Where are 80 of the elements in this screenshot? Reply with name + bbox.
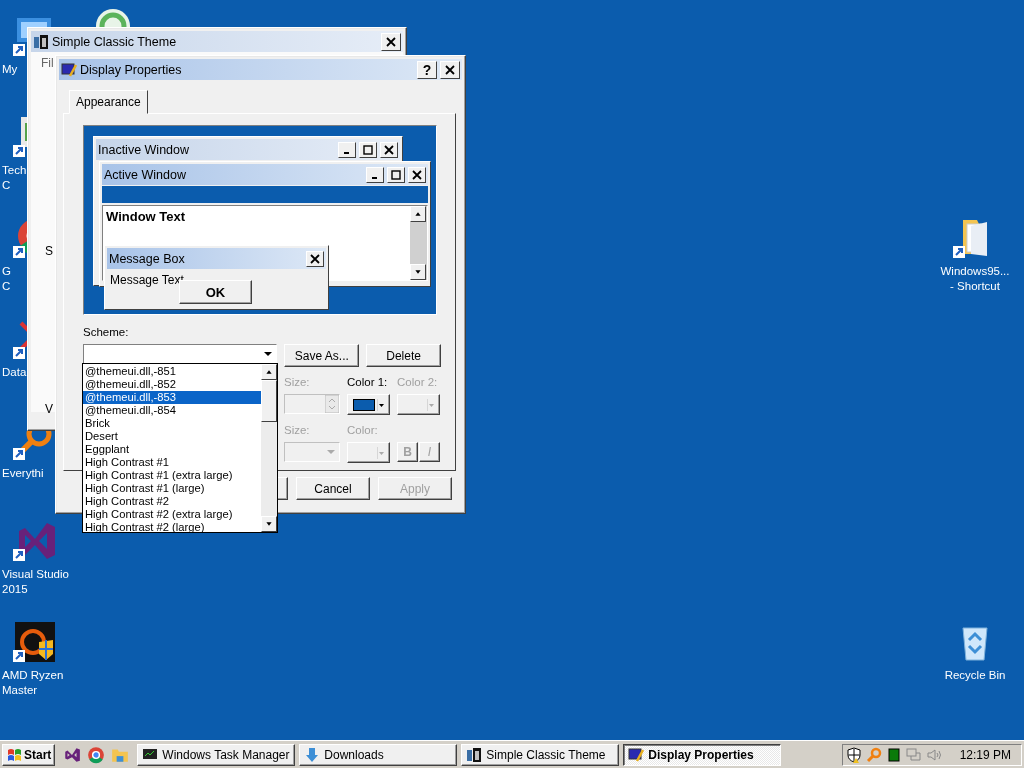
window-title: Simple Classic Theme — [52, 34, 178, 49]
help-button[interactable]: ? — [417, 60, 437, 79]
window-title: Active Window — [104, 167, 187, 182]
close-button[interactable] — [440, 60, 460, 79]
color-picker-button[interactable] — [397, 394, 440, 415]
close-icon — [445, 64, 455, 75]
theme-icon — [33, 33, 49, 50]
display-icon — [628, 746, 645, 763]
icon-label: Recycle Bin — [944, 668, 1006, 683]
label-text: V — [45, 402, 53, 416]
list-item[interactable]: @themeui.dll,-853 — [83, 391, 261, 404]
close-icon — [408, 166, 426, 183]
meter-icon[interactable] — [885, 746, 902, 763]
maximize-icon — [359, 141, 377, 158]
tab[interactable]: Appearance — [69, 90, 148, 114]
scheme-button[interactable]: Delete — [366, 344, 441, 367]
list-item[interactable]: Desert — [83, 430, 261, 443]
window-title: Message Box — [109, 251, 186, 266]
minimize-icon — [338, 141, 356, 158]
scroll-thumb[interactable] — [261, 380, 277, 422]
list-item[interactable]: High Contrast #1 (extra large) — [83, 469, 261, 482]
minimize-icon — [366, 166, 384, 183]
icon-label: G C — [1, 264, 11, 294]
ribbon-logo-icon[interactable] — [63, 745, 82, 764]
shield-icon[interactable] — [845, 746, 862, 763]
taskbar-button[interactable]: Windows Task Manager — [137, 743, 296, 766]
list-item[interactable]: High Contrast #1 — [83, 456, 261, 469]
taskbar-button[interactable]: Display Properties — [623, 743, 782, 766]
taskbar-button[interactable]: Simple Classic Theme — [461, 743, 620, 766]
taskbar-button[interactable]: Downloads — [299, 743, 458, 766]
list-item[interactable]: Eggplant — [83, 443, 261, 456]
list-item[interactable]: High Contrast #2 (large) — [83, 521, 261, 534]
browser-icon[interactable] — [87, 745, 106, 764]
icon-label: Visual Studio 2015 — [1, 567, 69, 597]
close-icon — [386, 36, 396, 47]
icon-label: AMD Ryzen Master — [1, 668, 64, 698]
list-item[interactable]: Brick — [83, 417, 261, 430]
scrollbar[interactable] — [261, 364, 277, 532]
title-bar[interactable]: Display Properties ? — [59, 59, 462, 80]
window-text: Window Text — [105, 208, 187, 226]
display-icon — [61, 61, 77, 78]
close-icon — [380, 141, 398, 158]
field-label: Size: — [284, 424, 311, 438]
flag-logo-icon — [6, 746, 22, 763]
list-item[interactable]: @themeui.dll,-854 — [83, 404, 261, 417]
list-item[interactable]: @themeui.dll,-852 — [83, 378, 261, 391]
list-item[interactable]: High Contrast #1 (large) — [83, 482, 261, 495]
maximize-icon — [387, 166, 405, 183]
dropdown-arrow-icon — [426, 396, 435, 413]
icon-label: Tech C — [1, 163, 27, 193]
field-label: Color 1: — [347, 376, 389, 390]
list-item[interactable]: High Contrast #2 — [83, 495, 261, 508]
field-label: Size: — [284, 376, 311, 390]
scheme-label: Scheme: — [83, 326, 130, 340]
dialog-button[interactable]: Cancel — [296, 477, 370, 500]
field-label: Color 2: — [397, 376, 439, 390]
theme-icon — [466, 746, 483, 763]
dropdown-arrow-icon — [376, 396, 385, 413]
color-picker-button[interactable] — [347, 442, 390, 463]
icon-label: Everythi — [1, 466, 44, 481]
icon-label: Windows95... - Shortcut — [940, 264, 1010, 294]
label-text: S — [45, 244, 53, 258]
icon-label: Data — [1, 365, 27, 380]
start-button[interactable]: Start — [2, 743, 56, 766]
scheme-dropdown[interactable] — [83, 344, 278, 364]
dropdown-arrow-icon — [376, 444, 385, 461]
window-title: Inactive Window — [98, 142, 190, 157]
list-item[interactable]: High Contrast #2 (extra large) — [83, 508, 261, 521]
spin-arrows-icon — [325, 395, 339, 413]
list-item[interactable]: @themeui.dll,-851 — [83, 365, 261, 378]
download-arrow-icon — [304, 746, 321, 763]
menu-item[interactable]: Fil — [41, 56, 54, 70]
color-picker-button[interactable] — [347, 394, 390, 415]
clock[interactable]: 12:19 PM — [959, 747, 1011, 762]
window-title: Display Properties — [80, 62, 183, 77]
ring-shield-icon[interactable] — [13, 620, 57, 664]
field-label: Color: — [347, 424, 379, 438]
icon-label: My — [1, 62, 18, 77]
scheme-button[interactable]: Save As... — [284, 344, 360, 367]
close-icon — [306, 250, 324, 267]
